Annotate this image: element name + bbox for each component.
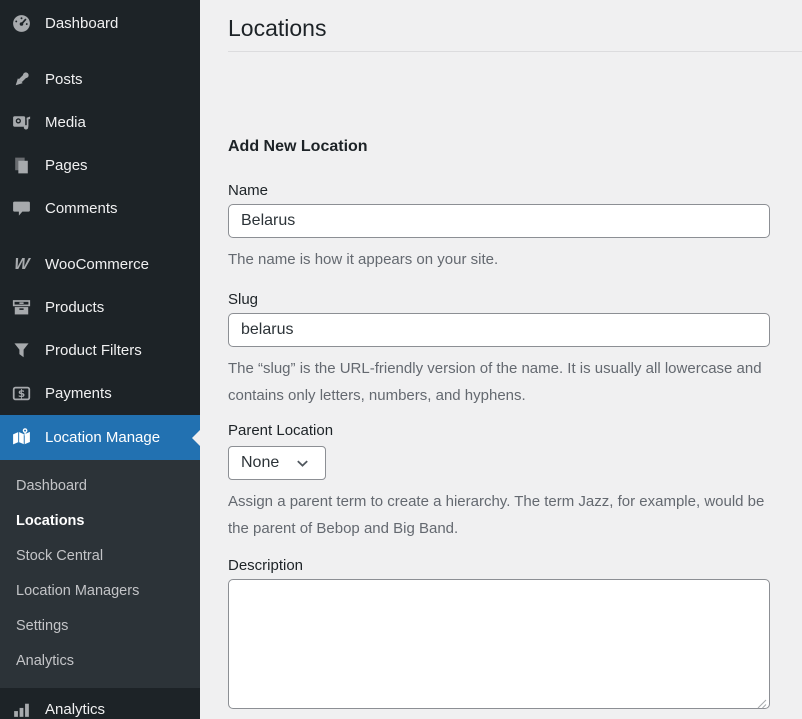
form-heading: Add New Location: [228, 137, 802, 157]
product-box-icon: [11, 297, 32, 318]
sidebar-item-label: Media: [45, 114, 86, 131]
sidebar-item-analytics[interactable]: Analytics: [0, 688, 200, 719]
sidebar-item-payments[interactable]: $ Payments: [0, 372, 200, 415]
media-camera-icon: [11, 112, 32, 133]
location-manager-submenu: Dashboard Locations Stock Central Locati…: [0, 460, 200, 688]
comment-bubble-icon: [11, 198, 32, 219]
name-help-text: The name is how it appears on your site.: [228, 246, 770, 273]
admin-sidebar: Dashboard Posts Media Pages Commen: [0, 0, 200, 719]
sidebar-item-comments[interactable]: Comments: [0, 187, 200, 230]
sidebar-item-label: Comments: [45, 200, 118, 217]
sidebar-item-label: Posts: [45, 71, 83, 88]
description-field-group: Description: [228, 556, 802, 709]
slug-help-text: The “slug” is the URL-friendly version o…: [228, 355, 770, 409]
description-label: Description: [228, 556, 802, 575]
sidebar-item-media[interactable]: Media: [0, 101, 200, 144]
sidebar-item-posts[interactable]: Posts: [0, 58, 200, 101]
dashboard-gauge-icon: [11, 13, 32, 34]
map-pin-icon: [11, 427, 32, 448]
sidebar-item-woocommerce[interactable]: W WooCommerce: [0, 243, 200, 286]
payments-dollar-icon: $: [11, 383, 32, 404]
submenu-item-settings[interactable]: Settings: [0, 608, 200, 643]
sidebar-item-label: WooCommerce: [45, 256, 149, 273]
name-input[interactable]: [228, 204, 770, 238]
sidebar-item-label: Payments: [45, 385, 112, 402]
parent-location-field-group: Parent Location None Assign a parent ter…: [228, 421, 802, 542]
wordpress-admin: Dashboard Posts Media Pages Commen: [0, 0, 802, 719]
sidebar-item-pages[interactable]: Pages: [0, 144, 200, 187]
sidebar-item-label: Pages: [45, 157, 88, 174]
header-divider: [228, 51, 802, 52]
sidebar-item-product-filters[interactable]: Product Filters: [0, 329, 200, 372]
filter-funnel-icon: [11, 340, 32, 361]
sidebar-item-label: Dashboard: [45, 15, 118, 32]
name-field-group: Name The name is how it appears on your …: [228, 181, 802, 273]
sidebar-item-label: Analytics: [45, 701, 105, 718]
sidebar-item-dashboard[interactable]: Dashboard: [0, 2, 200, 45]
description-textarea-wrap: [228, 579, 770, 709]
submenu-item-label: Dashboard: [16, 478, 87, 494]
description-textarea[interactable]: [228, 579, 770, 709]
pushpin-icon: [11, 69, 32, 90]
submenu-item-label: Stock Central: [16, 548, 103, 564]
chevron-down-icon: [295, 456, 310, 471]
submenu-item-analytics[interactable]: Analytics: [0, 643, 200, 678]
page-title: Locations: [228, 0, 802, 43]
name-label: Name: [228, 181, 802, 200]
selected-option-label: None: [241, 454, 279, 472]
svg-text:$: $: [18, 388, 25, 400]
add-location-form: Add New Location Name The name is how it…: [228, 137, 802, 709]
textarea-resize-handle[interactable]: [757, 696, 767, 706]
submenu-item-label: Location Managers: [16, 583, 139, 599]
slug-input[interactable]: [228, 313, 770, 347]
woocommerce-w-icon: W: [11, 254, 32, 275]
submenu-item-label: Settings: [16, 618, 68, 634]
submenu-item-label: Analytics: [16, 653, 74, 669]
parent-location-label: Parent Location: [228, 421, 802, 440]
sidebar-item-label: Location Manage: [45, 429, 160, 446]
slug-field-group: Slug The “slug” is the URL-friendly vers…: [228, 290, 802, 409]
submenu-item-dashboard[interactable]: Dashboard: [0, 468, 200, 503]
submenu-item-location-managers[interactable]: Location Managers: [0, 573, 200, 608]
sidebar-item-products[interactable]: Products: [0, 286, 200, 329]
current-menu-arrow: [184, 430, 200, 446]
sidebar-item-location-manager[interactable]: Location Manage: [0, 415, 200, 460]
main-content: Locations Add New Location Name The name…: [200, 0, 802, 719]
submenu-item-label: Locations: [16, 513, 84, 529]
menu-separator: [0, 45, 200, 58]
pages-stack-icon: [11, 155, 32, 176]
bar-chart-icon: [11, 699, 32, 719]
sidebar-item-label: Products: [45, 299, 104, 316]
submenu-item-stock-central[interactable]: Stock Central: [0, 538, 200, 573]
sidebar-item-label: Product Filters: [45, 342, 142, 359]
slug-label: Slug: [228, 290, 802, 309]
parent-location-help-text: Assign a parent term to create a hierarc…: [228, 488, 770, 542]
menu-separator: [0, 230, 200, 243]
parent-location-select[interactable]: None: [228, 446, 326, 480]
submenu-item-locations[interactable]: Locations: [0, 503, 200, 538]
